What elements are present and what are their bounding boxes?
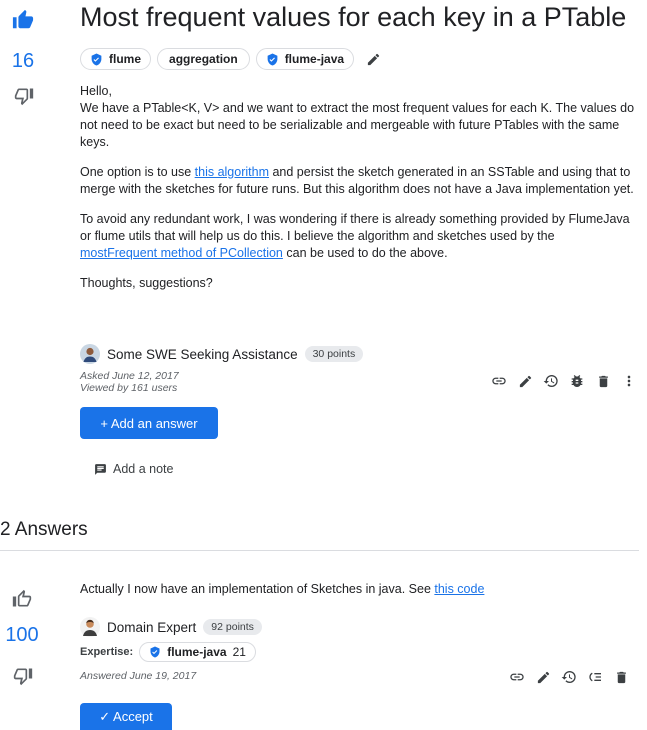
- avatar[interactable]: [80, 344, 100, 364]
- question-vote-count: 16: [11, 50, 35, 72]
- note-icon: [94, 463, 107, 476]
- verified-badge-icon: [90, 53, 103, 66]
- author-points-badge: 30 points: [304, 346, 364, 362]
- answer-vote-count: 100: [5, 624, 39, 646]
- question-title: Most frequent values for each key in a P…: [80, 2, 627, 32]
- tag-aggregation[interactable]: aggregation: [157, 48, 250, 70]
- delete-icon[interactable]: [595, 373, 611, 389]
- expertise-count: 21: [232, 645, 246, 659]
- answered-date: Answered June 19, 2017: [80, 670, 197, 682]
- thumbs-up-filled-icon[interactable]: [12, 9, 34, 31]
- question-greeting: Hello,: [80, 84, 112, 98]
- edit-icon[interactable]: [535, 669, 551, 685]
- add-answer-button[interactable]: + Add an answer: [80, 407, 218, 439]
- merge-list-icon[interactable]: [587, 669, 603, 685]
- algorithm-link[interactable]: this algorithm: [195, 165, 269, 179]
- thumbs-down-icon[interactable]: [14, 86, 34, 106]
- add-note-button[interactable]: Add a note: [94, 462, 173, 476]
- expertise-tag-label: flume-java: [167, 645, 227, 659]
- tag-flume[interactable]: flume: [80, 48, 152, 70]
- verified-badge-icon: [266, 53, 279, 66]
- author-name[interactable]: Some SWE Seeking Assistance: [107, 347, 298, 362]
- more-vert-icon[interactable]: [621, 373, 637, 389]
- thumbs-up-icon[interactable]: [12, 589, 32, 609]
- edit-icon[interactable]: [517, 373, 533, 389]
- verified-badge-icon: [149, 646, 161, 658]
- code-link[interactable]: this code: [434, 582, 484, 596]
- tag-label: aggregation: [169, 52, 238, 66]
- answer-actions: [509, 669, 629, 685]
- expertise-label: Expertise:: [80, 646, 134, 658]
- answer-author: Domain Expert 92 points: [80, 616, 262, 638]
- expertise-tag-flume-java[interactable]: flume-java 21: [139, 642, 256, 662]
- link-icon[interactable]: [509, 669, 525, 685]
- question-tags: flume aggregation flume-java: [80, 47, 381, 71]
- history-icon[interactable]: [561, 669, 577, 685]
- answers-heading: 2 Answers: [0, 519, 88, 540]
- bug-icon[interactable]: [569, 373, 585, 389]
- answer-expertise: Expertise: flume-java 21: [80, 642, 256, 662]
- tag-flume-java[interactable]: flume-java: [255, 48, 355, 70]
- thumbs-down-icon[interactable]: [13, 666, 33, 686]
- delete-icon[interactable]: [613, 669, 629, 685]
- author-points-badge: 92 points: [203, 619, 262, 635]
- answer-body: Actually I now have an implementation of…: [80, 582, 484, 596]
- question-paragraph-2-start: One option is to use: [80, 165, 195, 179]
- accept-answer-button[interactable]: ✓ Accept: [80, 703, 172, 730]
- asked-date: Asked June 12, 2017: [80, 370, 179, 382]
- question-meta: Asked June 12, 2017 Viewed by 161 users: [80, 370, 179, 394]
- add-note-label: Add a note: [113, 462, 174, 476]
- question-body: Hello, We have a PTable<K, V> and we wan…: [80, 83, 635, 305]
- tag-label: flume-java: [284, 52, 345, 66]
- view-count: Viewed by 161 users: [80, 382, 178, 394]
- question-author: Some SWE Seeking Assistance 30 points: [80, 343, 364, 365]
- edit-tags-pencil-icon[interactable]: [366, 52, 381, 67]
- question-paragraph-3-start: To avoid any redundant work, I was wonde…: [80, 212, 630, 243]
- answer-text: Actually I now have an implementation of…: [80, 582, 435, 596]
- tag-label: flume: [109, 52, 142, 66]
- link-icon[interactable]: [491, 373, 507, 389]
- question-paragraph-4: Thoughts, suggestions?: [80, 276, 213, 290]
- history-icon[interactable]: [543, 373, 559, 389]
- question-paragraph-3-end: can be used to do the above.: [282, 246, 448, 260]
- answers-divider: [0, 550, 639, 551]
- avatar[interactable]: [80, 617, 100, 637]
- author-name[interactable]: Domain Expert: [107, 620, 196, 635]
- most-frequent-link[interactable]: mostFrequent method of PCollection: [80, 246, 283, 260]
- question-paragraph-1: We have a PTable<K, V> and we want to ex…: [80, 101, 635, 149]
- question-actions: [491, 373, 637, 389]
